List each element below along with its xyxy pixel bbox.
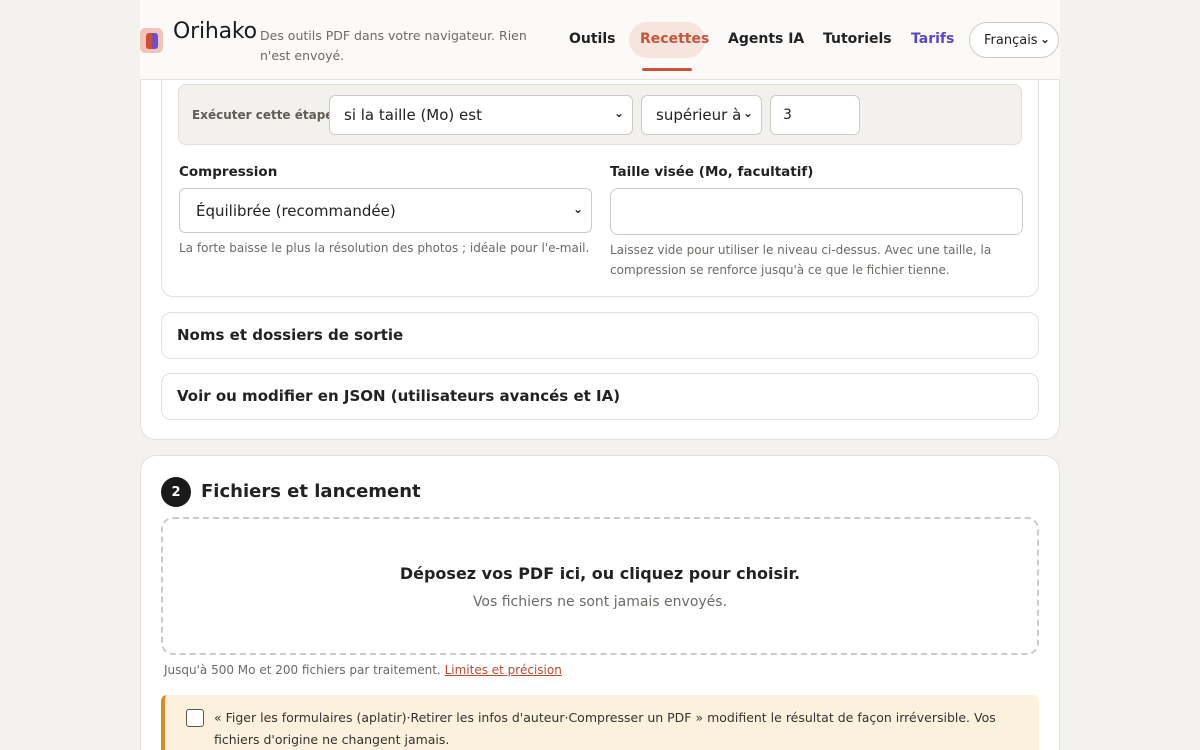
target-size-label: Taille visée (Mo, facultatif) [610,164,814,180]
accordion-label: Voir ou modifier en JSON (utilisateurs a… [177,387,621,405]
accordion-output-names[interactable]: Noms et dossiers de sortie [161,312,1039,359]
language-value: Français [984,32,1038,48]
target-size-input[interactable] [610,188,1023,235]
nav-item-outils[interactable]: Outils [569,31,616,47]
file-dropzone[interactable]: Déposez vos PDF ici, ou cliquez pour cho… [161,517,1039,655]
brand-name[interactable]: Orihako [173,19,257,44]
target-size-help: Laissez vide pour utiliser le niveau ci-… [610,240,1030,280]
nav-item-recettes[interactable]: Recettes [640,31,709,47]
step-number-badge: 2 [161,477,191,507]
acknowledge-checkbox[interactable] [186,709,204,727]
condition-value-input[interactable]: 3 [770,95,860,135]
chevron-down-icon: ⌄ [613,106,624,120]
tagline: Des outils PDF dans votre navigateur. Ri… [260,28,527,63]
target-size-help-line-1: Laissez vide pour utiliser le niveau ci-… [610,243,992,257]
section-title: Fichiers et lancement [201,481,421,502]
warning-text: « Figer les formulaires (aplatir)·Retire… [214,710,996,747]
condition-operator-select[interactable]: supérieur à ⌄ [641,95,762,135]
dropzone-title: Déposez vos PDF ici, ou cliquez pour cho… [399,564,801,583]
target-size-help-line-2: compression se renforce jusqu'à ce que l… [610,263,950,277]
nav-active-underline [642,68,692,71]
chevron-down-icon: ⌄ [1039,32,1050,46]
compression-help: La forte baisse le plus la résolution de… [179,241,590,255]
condition-operator-value: supérieur à [656,106,742,124]
limits-link[interactable]: Limites et précision [445,663,562,677]
nav-item-tutoriels[interactable]: Tutoriels [823,31,892,47]
dropzone-subtitle: Vos fichiers ne sont jamais envoyés. [472,594,728,610]
logo-icon[interactable] [140,28,163,53]
accordion-json-editor[interactable]: Voir ou modifier en JSON (utilisateurs a… [161,373,1039,420]
condition-field-select[interactable]: si la taille (Mo) est ⌄ [329,95,633,135]
compression-value: Équilibrée (recommandée) [196,201,396,220]
step-settings-panel: Exécuter cette étape si la taille (Mo) e… [161,79,1039,297]
condition-value: 3 [783,107,792,123]
irreversible-warning: « Figer les formulaires (aplatir)·Retire… [161,695,1039,750]
accordion-label: Noms et dossiers de sortie [177,326,404,344]
language-select[interactable]: Français ⌄ [969,22,1059,58]
chevron-down-icon: ⌄ [572,202,583,216]
limits-text: Jusqu'à 500 Mo et 200 fichiers par trait… [164,663,441,677]
nav-item-tarifs[interactable]: Tarifs [911,31,954,47]
compression-select[interactable]: Équilibrée (recommandée) ⌄ [179,188,592,233]
compression-label: Compression [179,164,278,180]
chevron-down-icon: ⌄ [742,106,753,120]
condition-field-value: si la taille (Mo) est [344,106,482,124]
condition-label: Exécuter cette étape [192,108,334,122]
top-header: Orihako Des outils PDF dans votre naviga… [140,0,1060,80]
recipe-card: Exécuter cette étape si la taille (Mo) e… [140,79,1060,440]
files-card: 2 Fichiers et lancement Déposez vos PDF … [140,455,1060,750]
nav-item-agents-ia[interactable]: Agents IA [728,31,804,47]
condition-row: Exécuter cette étape si la taille (Mo) e… [178,84,1022,145]
limits-note: Jusqu'à 500 Mo et 200 fichiers par trait… [164,663,562,677]
